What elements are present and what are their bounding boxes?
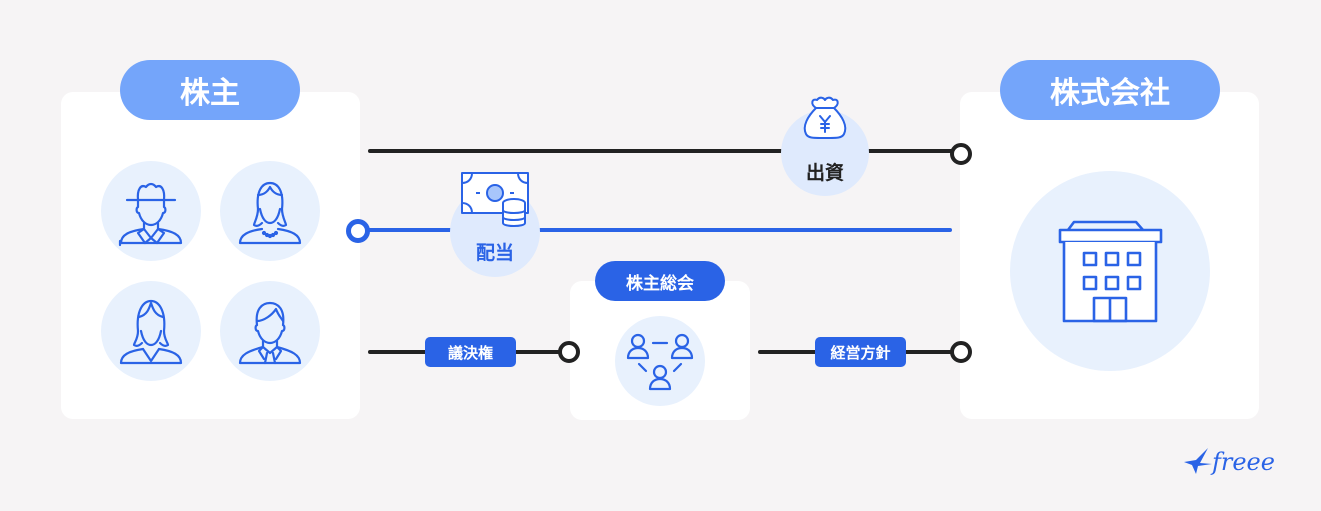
freee-logo: freee bbox=[1182, 444, 1302, 484]
cash-coins-icon bbox=[461, 172, 529, 227]
voting-rights-endpoint bbox=[558, 341, 580, 363]
investment-label: 出資 bbox=[805, 162, 844, 184]
woman-long-hair-icon bbox=[119, 299, 183, 365]
company-icon-circle bbox=[1010, 171, 1210, 371]
management-policy-tag: 経営方針 bbox=[815, 337, 906, 367]
man-hat-icon bbox=[118, 182, 183, 247]
freee-wordmark: freee bbox=[1212, 448, 1275, 476]
dividend-label: 配当 bbox=[475, 242, 514, 264]
company-label: 株式会社 bbox=[1000, 60, 1220, 120]
management-policy-endpoint bbox=[950, 341, 972, 363]
shareholders-label: 株主 bbox=[120, 60, 300, 120]
woman-necklace-icon bbox=[238, 181, 302, 245]
meeting-icon-circle bbox=[615, 316, 705, 406]
dividend-endpoint bbox=[346, 219, 370, 243]
man-tie-icon bbox=[238, 301, 302, 365]
avatar-man-hat bbox=[101, 161, 201, 261]
people-meeting-icon bbox=[626, 333, 694, 391]
meeting-label: 株主総会 bbox=[595, 261, 725, 301]
voting-rights-tag: 議決権 bbox=[425, 337, 516, 367]
building-icon bbox=[1058, 220, 1163, 323]
avatar-man-tie bbox=[220, 281, 320, 381]
avatar-woman-necklace bbox=[220, 161, 320, 261]
money-bag-yen-icon bbox=[803, 96, 847, 139]
avatar-woman-long-hair bbox=[101, 281, 201, 381]
investment-endpoint bbox=[950, 143, 972, 165]
swallow-icon bbox=[1184, 448, 1212, 474]
